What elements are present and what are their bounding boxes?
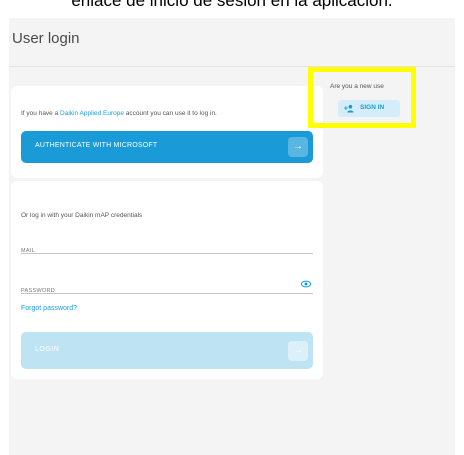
password-field-wrapper xyxy=(21,279,313,297)
login-panel: User login If you have a Daikin Applied … xyxy=(9,18,455,455)
password-field[interactable] xyxy=(21,285,291,297)
new-user-prompt: Are you a new use xyxy=(330,83,384,90)
microsoft-login-card: If you have a Daikin Applied Europe acco… xyxy=(11,86,323,178)
mail-field[interactable] xyxy=(21,245,291,257)
authenticate-microsoft-button[interactable]: AUTHENTICATE WITH MICROSOFT → xyxy=(21,131,313,163)
microsoft-info-suffix: account you can use it to log in. xyxy=(124,110,217,117)
page-title: User login xyxy=(12,30,80,47)
credentials-login-card: Or log in with your Daikin mAP credentia… xyxy=(11,181,323,379)
forgot-password-link[interactable]: Forgot password? xyxy=(21,305,77,312)
arrow-right-icon: → xyxy=(288,137,308,157)
eye-icon[interactable] xyxy=(301,279,311,289)
arrow-right-icon: → xyxy=(288,341,308,361)
mail-field-wrapper xyxy=(21,239,313,257)
add-user-icon xyxy=(344,104,354,113)
login-label: LOGIN xyxy=(35,346,60,353)
header-divider xyxy=(9,66,455,67)
credentials-info-text: Or log in with your Daikin mAP credentia… xyxy=(21,212,143,219)
daikin-applied-europe-link[interactable]: Daikin Applied Europe xyxy=(60,110,124,117)
caption-text: enlace de inicio de sesión en la aplicac… xyxy=(71,0,393,10)
authenticate-microsoft-label: AUTHENTICATE WITH MICROSOFT xyxy=(35,142,158,149)
microsoft-info-text: If you have a Daikin Applied Europe acco… xyxy=(21,110,217,117)
sign-in-label: SIGN IN xyxy=(360,104,385,111)
sign-in-button[interactable]: SIGN IN xyxy=(338,100,400,117)
microsoft-info-prefix: If you have a xyxy=(21,110,61,117)
login-button[interactable]: LOGIN → xyxy=(21,332,313,369)
